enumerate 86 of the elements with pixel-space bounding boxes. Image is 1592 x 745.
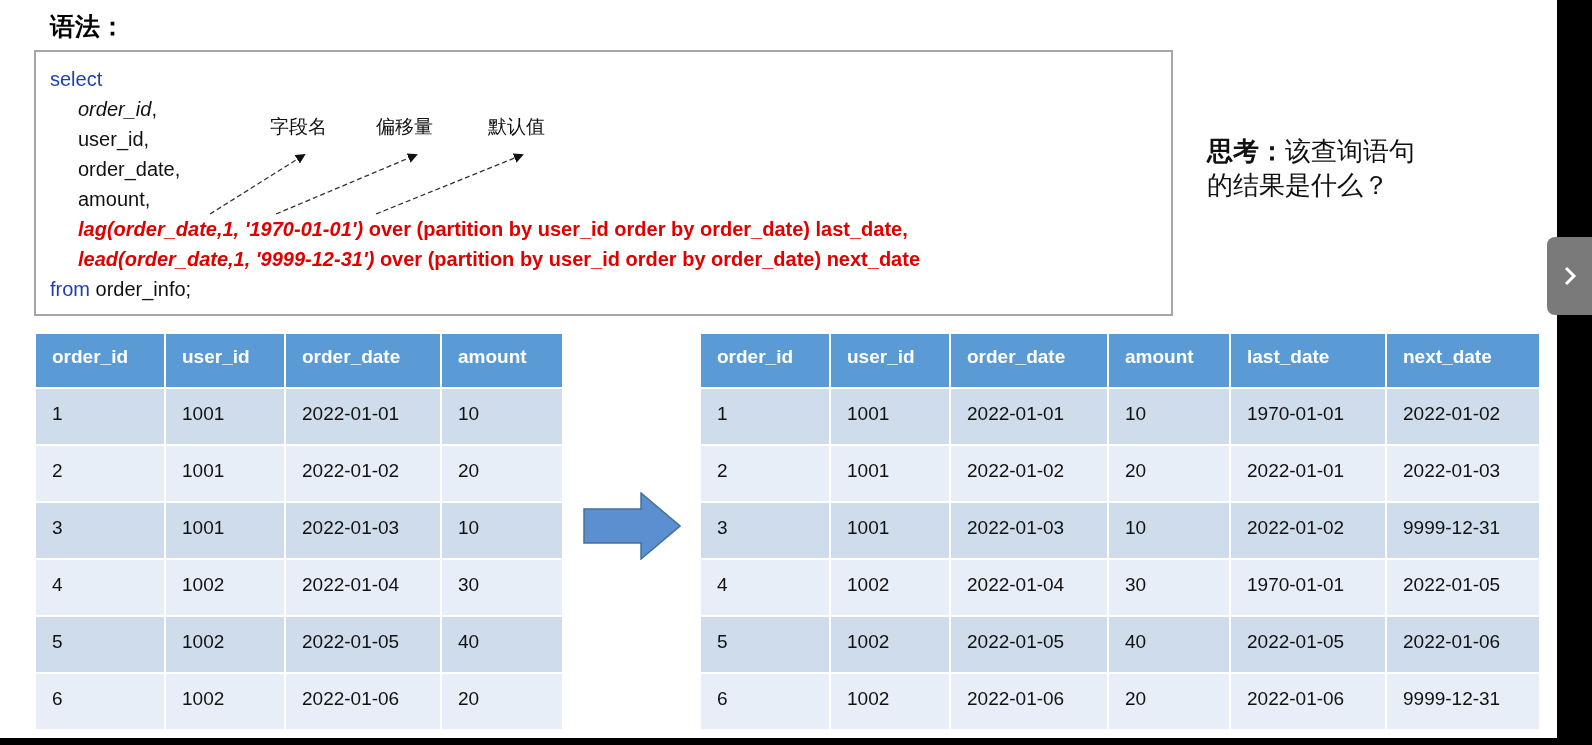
column-header: order_date: [285, 333, 441, 388]
table-cell: 2022-01-02: [1386, 388, 1540, 445]
annotation-label: 默认值: [488, 114, 545, 139]
table-cell: 30: [441, 559, 563, 616]
table-cell: 2022-01-06: [1386, 616, 1540, 673]
code-line: lead(order_date,1, '9999-12-31') over (partition by user_id order by order_date) next_date: [78, 247, 921, 272]
table-cell: 2022-01-05: [950, 616, 1108, 673]
table-cell: 20: [1108, 445, 1230, 502]
table-cell: 3: [35, 502, 165, 559]
table-cell: 20: [1108, 673, 1230, 730]
table-cell: 1001: [165, 502, 285, 559]
slide-title: 语法：: [50, 11, 126, 43]
table-cell: 2022-01-03: [285, 502, 441, 559]
table-cell: 20: [441, 673, 563, 730]
table-cell: 1002: [165, 616, 285, 673]
table-cell: 30: [1108, 559, 1230, 616]
right-arrow-icon: [582, 492, 681, 560]
column-header: user_id: [165, 333, 285, 388]
table-cell: 2022-01-02: [285, 445, 441, 502]
column-header: last_date: [1230, 333, 1386, 388]
table-cell: 2: [700, 445, 830, 502]
table-cell: 2022-01-01: [285, 388, 441, 445]
table-cell: 1002: [830, 616, 950, 673]
table-cell: 2: [35, 445, 165, 502]
annotation-label: 偏移量: [376, 114, 433, 139]
next-button[interactable]: [1547, 237, 1592, 315]
table-cell: 9999-12-31: [1386, 673, 1540, 730]
table-cell: 2022-01-06: [1230, 673, 1386, 730]
table-cell: 5: [700, 616, 830, 673]
table-cell: 2022-01-03: [1386, 445, 1540, 502]
table-cell: 1970-01-01: [1230, 388, 1386, 445]
table-cell: 1: [35, 388, 165, 445]
table-cell: 1002: [830, 559, 950, 616]
table-cell: 2022-01-05: [285, 616, 441, 673]
column-header: order_id: [35, 333, 165, 388]
annotation-label: 字段名: [270, 114, 327, 139]
table-cell: 10: [1108, 388, 1230, 445]
table-cell: 2022-01-05: [1386, 559, 1540, 616]
table-cell: 2022-01-02: [1230, 502, 1386, 559]
table-cell: 1001: [830, 502, 950, 559]
column-header: next_date: [1386, 333, 1540, 388]
table-cell: 4: [35, 559, 165, 616]
table-cell: 4: [700, 559, 830, 616]
table-cell: 6: [35, 673, 165, 730]
question-text: 思考：该查询语句的结果是什么？: [1207, 135, 1416, 202]
table-cell: 2022-01-03: [950, 502, 1108, 559]
table-cell: 1002: [165, 559, 285, 616]
table-cell: 10: [1108, 502, 1230, 559]
code-line: order_id,: [78, 97, 157, 122]
table-cell: 6: [700, 673, 830, 730]
table-cell: 2022-01-04: [950, 559, 1108, 616]
code-line: order_date,: [78, 157, 181, 183]
table-cell: 2022-01-01: [950, 388, 1108, 445]
code-line: user_id,: [78, 127, 150, 153]
table-cell: 1001: [830, 445, 950, 502]
code-line: from order_info;: [50, 277, 192, 303]
table-cell: 1001: [830, 388, 950, 445]
chevron-right-icon: [1562, 265, 1577, 287]
table-cell: 1001: [165, 445, 285, 502]
table-cell: 2022-01-02: [950, 445, 1108, 502]
table-cell: 1002: [830, 673, 950, 730]
column-header: order_id: [700, 333, 830, 388]
code-line: amount,: [78, 187, 151, 212]
table-cell: 5: [35, 616, 165, 673]
table-cell: 9999-12-31: [1386, 502, 1540, 559]
table-cell: 2022-01-04: [285, 559, 441, 616]
code-line: select: [50, 67, 103, 92]
table-cell: 40: [1108, 616, 1230, 673]
column-header: order_date: [950, 333, 1108, 388]
table-cell: 2022-01-05: [1230, 616, 1386, 673]
table-cell: 2022-01-06: [285, 673, 441, 730]
table-cell: 40: [441, 616, 563, 673]
table-cell: 1002: [165, 673, 285, 730]
table-cell: 20: [441, 445, 563, 502]
column-header: amount: [441, 333, 563, 388]
table-cell: 2022-01-06: [950, 673, 1108, 730]
table-cell: 10: [441, 502, 563, 559]
table-cell: 1970-01-01: [1230, 559, 1386, 616]
table-cell: 10: [441, 388, 563, 445]
column-header: amount: [1108, 333, 1230, 388]
table-cell: 2022-01-01: [1230, 445, 1386, 502]
table-cell: 1: [700, 388, 830, 445]
table-cell: 3: [700, 502, 830, 559]
code-line: lag(order_date,1, '1970-01-01') over (partition by user_id order by order_date) last_date,: [78, 217, 908, 242]
table-cell: 1001: [165, 388, 285, 445]
column-header: user_id: [830, 333, 950, 388]
